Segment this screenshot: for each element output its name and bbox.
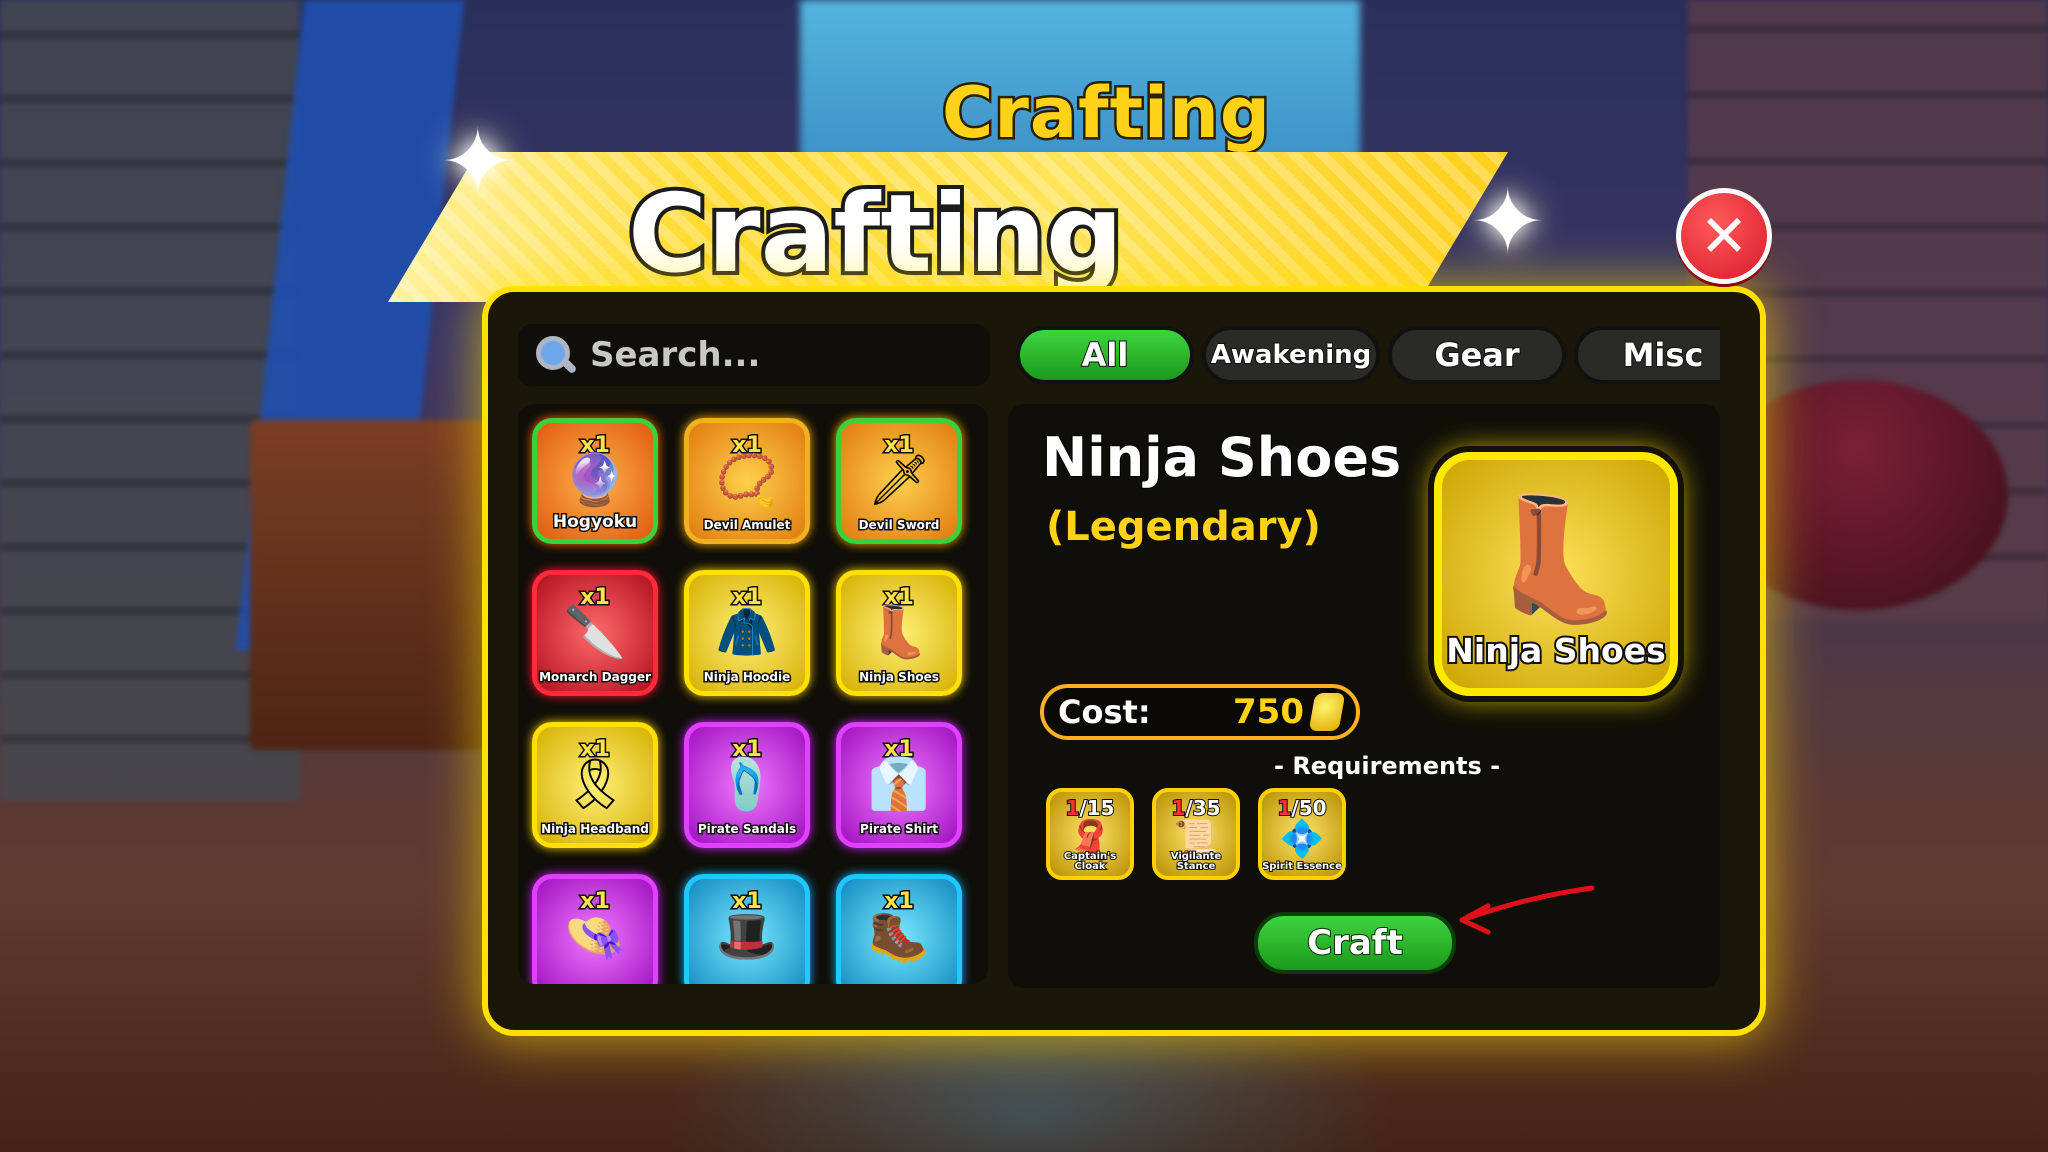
- boots-icon: 🥾: [867, 907, 931, 965]
- hoodie-icon: 🧥: [715, 603, 779, 661]
- dagger-icon: 🔪: [563, 603, 627, 661]
- search-input[interactable]: Search...: [590, 335, 760, 375]
- item-name: Ninja Headband: [540, 822, 651, 837]
- orb-icon: 🔮: [563, 451, 627, 509]
- requirement-count: 1/35: [1170, 795, 1221, 821]
- item-slot-devil-sword[interactable]: x1 🗡 Devil Sword: [836, 418, 962, 544]
- item-name: Pirate Shirt: [859, 822, 940, 837]
- requirement-spirit-essence[interactable]: 1/50 💠 Spirit Essence: [1258, 788, 1346, 880]
- cost-value: 750: [1233, 692, 1304, 732]
- item-slot[interactable]: x1 🥾: [836, 874, 962, 984]
- boots-icon: 👢: [867, 603, 931, 661]
- requirement-count: 1/15: [1064, 795, 1115, 821]
- item-slot-pirate-sandals[interactable]: x1 🩴 Pirate Sandals: [684, 722, 810, 848]
- tab-all[interactable]: All: [1016, 326, 1194, 384]
- preview-label: Ninja Shoes: [1444, 629, 1667, 672]
- background-crate: [250, 420, 490, 750]
- requirement-name: Spirit Essence: [1262, 861, 1342, 873]
- detail-item-rarity: (Legendary): [1046, 504, 1321, 550]
- sparkle-icon: ✦: [440, 110, 516, 215]
- boots-icon: 👢: [1481, 490, 1631, 629]
- requirement-captains-cloak[interactable]: 1/15 🧣 Captain's Cloak: [1046, 788, 1134, 880]
- window-title-small: Crafting: [940, 70, 1273, 157]
- red-arrow-annotation: [1459, 885, 1595, 935]
- category-tabs: All Awakening Gear Misc: [1016, 326, 1720, 384]
- hat-icon: 🎩: [715, 907, 779, 965]
- search-field[interactable]: Search...: [518, 324, 990, 386]
- item-name: Hogyoku: [551, 512, 638, 532]
- window-title: Crafting: [624, 168, 1127, 301]
- requirement-vigilante-stance[interactable]: 1/35 📜 Vigilante Stance: [1152, 788, 1240, 880]
- item-slot[interactable]: x1 🎩: [684, 874, 810, 984]
- item-name: Ninja Hoodie: [702, 670, 791, 685]
- requirements-title: - Requirements -: [1274, 752, 1501, 780]
- search-icon: [534, 334, 576, 376]
- cost-label: Cost:: [1058, 693, 1151, 731]
- item-slot-ninja-hoodie[interactable]: x1 🧥 Ninja Hoodie: [684, 570, 810, 696]
- requirement-name: Captain's Cloak: [1063, 851, 1117, 873]
- detail-item-preview: 👢 Ninja Shoes: [1434, 452, 1678, 696]
- headband-icon: 🎗: [563, 755, 627, 813]
- item-name: Devil Amulet: [702, 518, 792, 533]
- requirement-name: Vigilante Stance: [1170, 851, 1222, 873]
- sparkle-icon: ✦: [1470, 170, 1546, 275]
- item-slot-ninja-headband[interactable]: x1 🎗 Ninja Headband: [532, 722, 658, 848]
- cost-display: Cost: 750: [1040, 684, 1360, 740]
- item-slot-devil-amulet[interactable]: x1 📿 Devil Amulet: [684, 418, 810, 544]
- item-slot-monarch-dagger[interactable]: x1 🔪 Monarch Dagger: [532, 570, 658, 696]
- craft-button[interactable]: Craft: [1254, 912, 1456, 974]
- essence-icon: 💠: [1279, 819, 1325, 860]
- tab-gear[interactable]: Gear: [1388, 326, 1566, 384]
- tab-awakening[interactable]: Awakening: [1202, 326, 1380, 384]
- sandals-icon: 🩴: [715, 755, 779, 813]
- item-slot[interactable]: x1 👒: [532, 874, 658, 984]
- detail-item-name: Ninja Shoes: [1041, 425, 1402, 490]
- item-name: Ninja Shoes: [858, 670, 941, 685]
- straw-hat-icon: 👒: [563, 907, 627, 965]
- item-grid-container[interactable]: x1 🔮 Hogyoku x1 📿 Devil Amulet x1 🗡 Devi…: [518, 404, 988, 984]
- shirt-icon: 👔: [867, 755, 931, 813]
- item-slot-ninja-shoes[interactable]: x1 👢 Ninja Shoes: [836, 570, 962, 696]
- item-name: Pirate Sandals: [696, 822, 797, 837]
- item-slot-hogyoku[interactable]: x1 🔮 Hogyoku: [532, 418, 658, 544]
- tab-misc[interactable]: Misc: [1574, 326, 1720, 384]
- requirement-count: 1/50: [1276, 795, 1327, 821]
- item-name: Devil Sword: [857, 518, 941, 533]
- amulet-icon: 📿: [715, 451, 779, 509]
- close-button[interactable]: ✕: [1676, 188, 1772, 284]
- item-name: Monarch Dagger: [538, 670, 653, 685]
- item-grid: x1 🔮 Hogyoku x1 📿 Devil Amulet x1 🗡 Devi…: [532, 418, 962, 984]
- coin-icon: [1308, 693, 1346, 731]
- item-slot-pirate-shirt[interactable]: x1 👔 Pirate Shirt: [836, 722, 962, 848]
- sword-icon: 🗡: [867, 451, 931, 509]
